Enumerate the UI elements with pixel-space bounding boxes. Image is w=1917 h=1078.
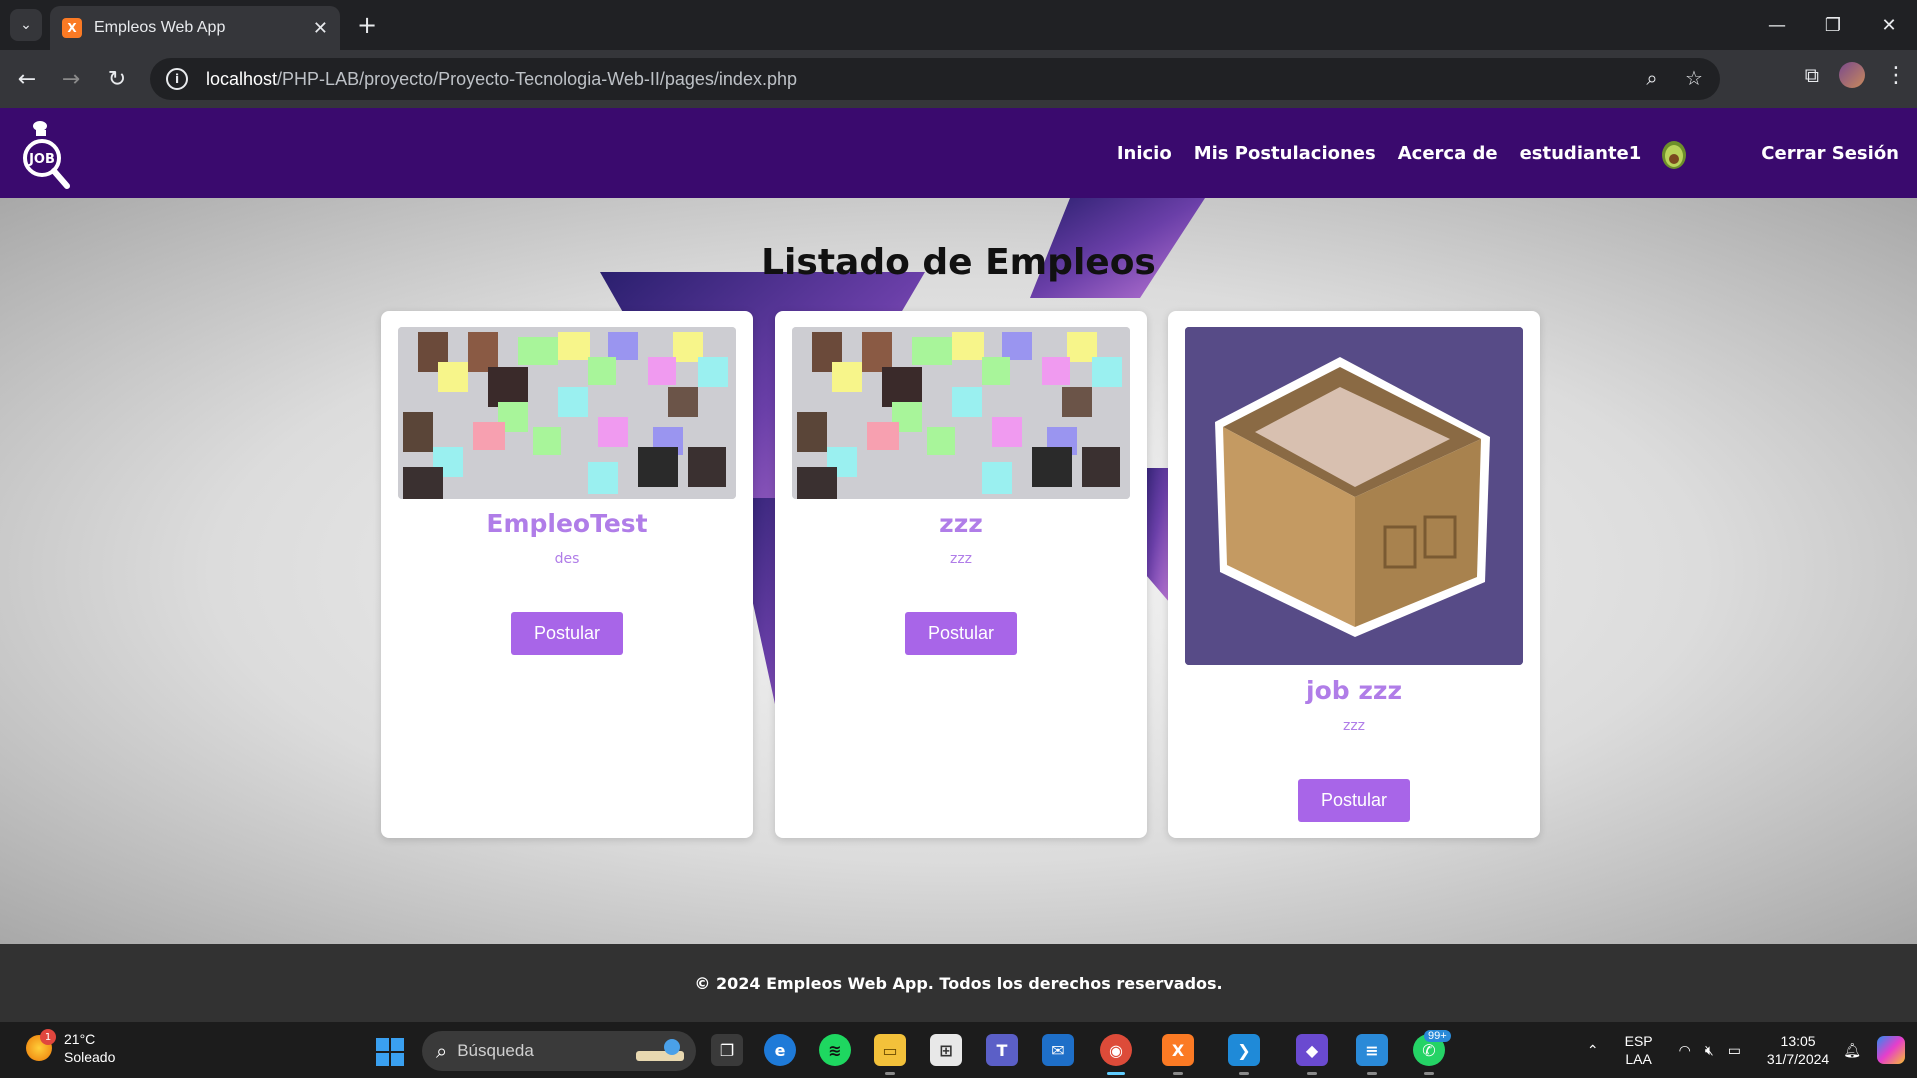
window-controls: — ❐ ✕ bbox=[1749, 0, 1917, 50]
restore-button[interactable]: ❐ bbox=[1805, 0, 1861, 50]
taskbar-search[interactable]: ⌕ Búsqueda bbox=[422, 1031, 696, 1071]
browser-toolbar: ← → ↻ i localhost/PHP-LAB/proyecto/Proye… bbox=[0, 50, 1917, 108]
profile-avatar[interactable] bbox=[1839, 62, 1865, 88]
vscode-icon[interactable]: ❯ bbox=[1228, 1034, 1260, 1066]
nav-acerca-de[interactable]: Acerca de bbox=[1398, 143, 1498, 164]
job-title: EmpleoTest bbox=[486, 509, 648, 538]
nav-mis-postulaciones[interactable]: Mis Postulaciones bbox=[1194, 143, 1376, 164]
back-button[interactable]: ← bbox=[10, 62, 44, 96]
url-text[interactable]: localhost/PHP-LAB/proyecto/Proyecto-Tecn… bbox=[206, 69, 797, 90]
wifi-icon[interactable]: ◠ bbox=[1679, 1041, 1691, 1059]
battery-icon[interactable]: ▭ bbox=[1728, 1041, 1741, 1059]
apply-button[interactable]: Postular bbox=[1298, 779, 1410, 822]
footer-copyright: © 2024 Empleos Web App. Todos los derech… bbox=[694, 973, 1223, 993]
search-highlight-icon bbox=[636, 1039, 684, 1061]
reload-button[interactable]: ↻ bbox=[100, 62, 134, 96]
weather-condition: Soleado bbox=[64, 1049, 116, 1065]
site-header: JOB Inicio Mis Postulaciones Acerca de e… bbox=[0, 108, 1917, 198]
spotify-icon[interactable]: ≋ bbox=[819, 1034, 851, 1066]
search-icon: ⌕ bbox=[436, 1039, 448, 1063]
browser-tab[interactable]: X Empleos Web App ✕ bbox=[50, 6, 340, 50]
logout-link[interactable]: Cerrar Sesión bbox=[1761, 143, 1899, 164]
job-description: zzz bbox=[1342, 718, 1366, 734]
new-tab-button[interactable]: + bbox=[352, 10, 382, 40]
main-content: Listado de Empleos EmpleoTest des Postul… bbox=[0, 198, 1917, 944]
job-image-collage bbox=[792, 327, 1130, 499]
svg-text:JOB: JOB bbox=[28, 152, 55, 167]
microsoft-store-icon[interactable]: ⊞ bbox=[930, 1034, 962, 1066]
job-title: zzz bbox=[939, 509, 983, 538]
apply-button[interactable]: Postular bbox=[511, 612, 623, 655]
cardboard-box-image bbox=[1185, 327, 1523, 665]
mail-icon[interactable]: ✉ bbox=[1042, 1034, 1074, 1066]
close-window-button[interactable]: ✕ bbox=[1861, 0, 1917, 50]
site-info-icon[interactable]: i bbox=[166, 68, 188, 90]
date: 31/7/2024 bbox=[1766, 1051, 1830, 1067]
job-search-logo-icon[interactable]: JOB bbox=[20, 118, 72, 190]
minimize-button[interactable]: — bbox=[1749, 0, 1805, 50]
copilot-icon[interactable] bbox=[1877, 1036, 1905, 1064]
main-nav: Inicio Mis Postulaciones Acerca de estud… bbox=[1095, 108, 1899, 198]
edge-icon[interactable]: e bbox=[764, 1034, 796, 1066]
clock[interactable]: 13:05 31/7/2024 bbox=[1767, 1032, 1829, 1068]
extensions-icon[interactable]: ⧉ bbox=[1805, 63, 1819, 87]
tab-title: Empleos Web App bbox=[94, 19, 226, 36]
job-title: job zzz bbox=[1306, 676, 1402, 705]
address-bar[interactable]: i localhost/PHP-LAB/proyecto/Proyecto-Te… bbox=[150, 58, 1720, 100]
chrome-icon[interactable]: ◉ bbox=[1100, 1034, 1132, 1066]
bookmark-star-icon[interactable]: ☆ bbox=[1682, 66, 1706, 90]
job-card: EmpleoTest des Postular bbox=[381, 311, 753, 838]
teams-icon[interactable]: T bbox=[986, 1034, 1018, 1066]
temperature: 21°C bbox=[64, 1031, 96, 1047]
system-tray: ⌃ ESP LAA ◠ 🔇︎ ▭ 13:05 31/7/2024 🔔︎ bbox=[1573, 1022, 1917, 1078]
speaker-muted-icon[interactable]: 🔇︎ bbox=[1705, 1041, 1714, 1059]
close-tab-icon[interactable]: ✕ bbox=[313, 18, 328, 39]
weather-badge: 1 bbox=[40, 1029, 56, 1045]
time: 13:05 bbox=[1780, 1033, 1816, 1049]
nav-username[interactable]: estudiante1 bbox=[1520, 143, 1642, 164]
zoom-icon[interactable]: ⌕ bbox=[1640, 66, 1664, 90]
job-card: job zzz zzz Postular bbox=[1168, 311, 1540, 838]
tab-search-button[interactable]: ⌄ bbox=[10, 9, 42, 41]
forward-button[interactable]: → bbox=[54, 62, 88, 96]
avocado-avatar-icon[interactable] bbox=[1659, 136, 1689, 170]
input-language[interactable]: ESP LAA bbox=[1625, 1032, 1653, 1068]
apply-button[interactable]: Postular bbox=[905, 612, 1017, 655]
whatsapp-badge: 99+ bbox=[1424, 1030, 1451, 1042]
xampp-icon[interactable]: X bbox=[1162, 1034, 1194, 1066]
browser-menu-icon[interactable]: ⋮ bbox=[1885, 63, 1907, 88]
browser-tabbar: ⌄ X Empleos Web App ✕ + — ❐ ✕ bbox=[0, 0, 1917, 50]
job-description: zzz bbox=[949, 551, 973, 567]
task-view-icon[interactable]: ❐ bbox=[711, 1034, 743, 1066]
xampp-favicon-icon: X bbox=[62, 18, 82, 38]
weather-widget[interactable]: 1 21°C Soleado bbox=[26, 1029, 116, 1066]
windows-start-icon[interactable] bbox=[376, 1038, 404, 1066]
job-card: zzz zzz Postular bbox=[775, 311, 1147, 838]
search-placeholder: Búsqueda bbox=[457, 1041, 534, 1060]
job-image-collage bbox=[398, 327, 736, 499]
windows-taskbar: 1 21°C Soleado ⌕ Búsqueda ❐ e ≋ ▭ ⊞ T ✉ … bbox=[0, 1022, 1917, 1078]
sun-icon: 1 bbox=[26, 1029, 56, 1061]
file-explorer-icon[interactable]: ▭ bbox=[874, 1034, 906, 1066]
page-title: Listado de Empleos bbox=[761, 242, 1156, 283]
show-hidden-icons-icon[interactable]: ⌃ bbox=[1587, 1041, 1599, 1059]
site-footer: © 2024 Empleos Web App. Todos los derech… bbox=[0, 944, 1917, 1022]
notifications-bell-icon[interactable]: 🔔︎ bbox=[1843, 1041, 1861, 1059]
git-kraken-icon[interactable]: ◆ bbox=[1296, 1034, 1328, 1066]
nav-inicio[interactable]: Inicio bbox=[1117, 143, 1172, 164]
job-description: des bbox=[554, 551, 580, 567]
notepad-icon[interactable]: ≡ bbox=[1356, 1034, 1388, 1066]
